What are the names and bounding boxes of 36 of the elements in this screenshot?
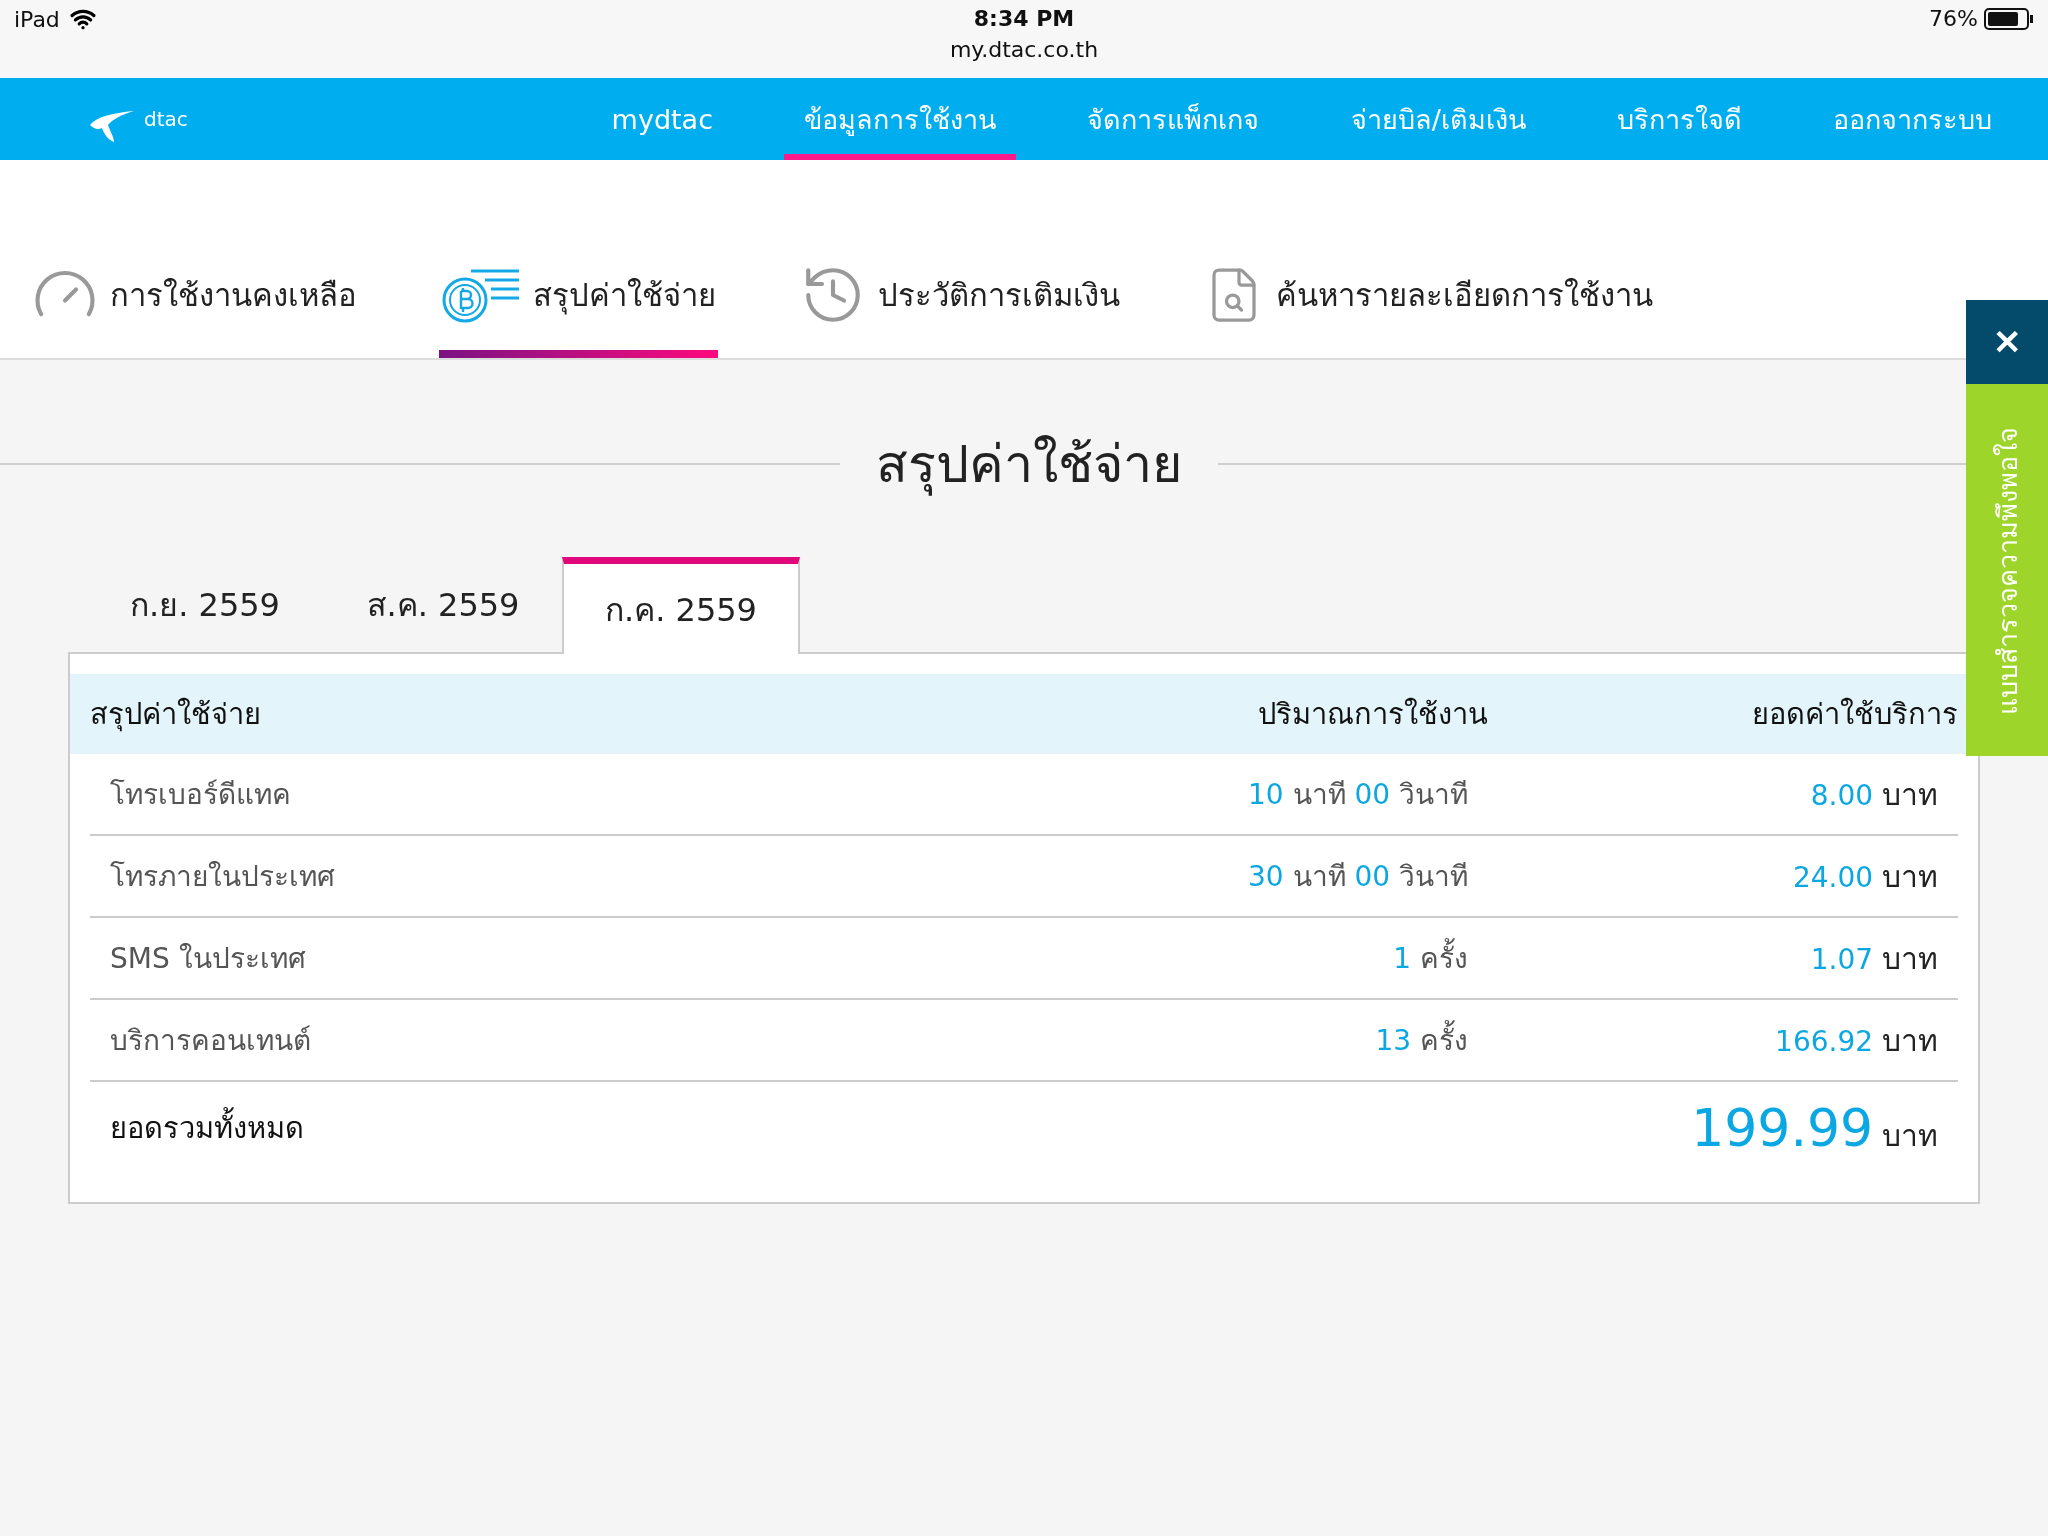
table-cell-text: SMS ในประเทศ — [110, 941, 307, 977]
month-tab[interactable]: ก.ย. 2559 — [86, 557, 324, 651]
tab-label: การใช้งานคงเหลือ — [110, 276, 357, 315]
table-cell-text: 1.07 บาท — [1809, 939, 1938, 978]
section-tab[interactable]: ค้นหารายละเอียดการใช้งาน — [1202, 240, 1655, 358]
table-cell-text: โทรเบอร์ดีแทค — [110, 777, 292, 813]
table-cell-text: 166.92 บาท — [1774, 1021, 1938, 1060]
table-cell-text: 8.00 บาท — [1809, 775, 1938, 814]
table-cell-text: โทรภายในประเทศ — [110, 859, 336, 895]
clock: 8:34 PM — [973, 6, 1075, 31]
logo-text: dtac — [144, 107, 188, 131]
section-tab[interactable]: ประวัติการเติมเงิน — [798, 240, 1122, 358]
table-cell-text: 24.00 บาท — [1791, 857, 1938, 896]
close-button[interactable]: ✕ — [1966, 300, 2048, 384]
table-cell: 1 ครั้ง — [968, 936, 1468, 980]
section-tab[interactable]: สรุปค่าใช้จ่าย — [439, 240, 718, 358]
table-cell-text: 30 นาที 00 วินาที — [1247, 859, 1468, 895]
table-cell-text: บริการคอนเทนต์ — [110, 1023, 312, 1059]
column-header: ยอดค่าใช้บริการ — [1751, 696, 1958, 733]
total-amount: 199.99 บาท — [1690, 1097, 1938, 1159]
column-header: สรุปค่าใช้จ่าย — [90, 696, 262, 734]
page-heading: สรุปค่าใช้จ่าย — [876, 433, 1182, 498]
table-cell: 13 ครั้ง — [968, 1018, 1468, 1062]
total-label: ยอดรวมทั้งหมด — [110, 1105, 968, 1151]
column-header: ปริมาณการใช้งาน — [1257, 696, 1488, 733]
tab-label: สรุปค่าใช้จ่าย — [533, 276, 716, 317]
month-tab[interactable]: ก.ค. 2559 — [562, 557, 800, 654]
section-tab[interactable]: การใช้งานคงเหลือ — [30, 240, 359, 358]
battery-percent: 76% — [1929, 6, 1978, 31]
table-cell-text: 10 นาที 00 วินาที — [1247, 777, 1468, 813]
device-name: iPad — [14, 6, 60, 32]
tab-label: ประวัติการเติมเงิน — [878, 276, 1120, 315]
tab-label: ค้นหารายละเอียดการใช้งาน — [1276, 276, 1653, 315]
url-bar[interactable]: my.dtac.co.th — [949, 37, 1099, 62]
battery-icon — [1984, 7, 2034, 30]
month-tab[interactable]: ส.ค. 2559 — [324, 557, 562, 651]
